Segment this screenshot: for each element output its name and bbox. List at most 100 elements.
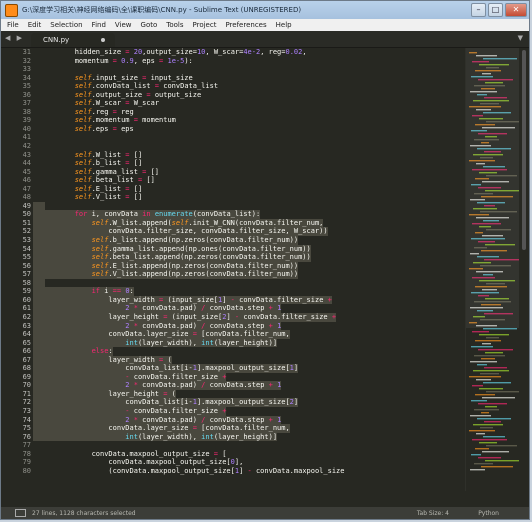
code-line[interactable]: 58 <box>1 278 465 288</box>
code-line[interactable]: 31 hidden_size = 20,output_size=10, W_sc… <box>1 48 465 57</box>
code-line[interactable]: 74 2 * convData.pad) / convData.step + 1 <box>1 415 465 425</box>
menu-find[interactable]: Find <box>88 21 111 29</box>
menu-project[interactable]: Project <box>189 21 222 29</box>
code-line[interactable]: 45 self.gamma_list = [] <box>1 168 465 177</box>
chevron-down-icon[interactable]: ▼ <box>518 34 523 42</box>
code-line[interactable]: 32 momentum = 0.9, eps = 1e-5): <box>1 57 465 66</box>
menu-edit[interactable]: Edit <box>24 21 47 29</box>
line-number: 41 <box>22 133 31 142</box>
code-line[interactable]: 46 self.beta_list = [] <box>1 176 465 185</box>
minimize-button[interactable]: – <box>471 3 486 17</box>
code-editor[interactable]: 31 hidden_size = 20,output_size=10, W_sc… <box>1 48 465 491</box>
code-line[interactable]: 65 int(layer_width), int(layer_height)] <box>1 338 465 348</box>
code-line[interactable]: 79 convData.maxpool_output_size[0], <box>1 458 465 467</box>
code-line[interactable]: 40 self.eps = eps <box>1 125 465 134</box>
code-text: self.output_size = output_size <box>74 90 202 99</box>
line-number: 37 <box>22 99 31 108</box>
code-line[interactable]: 52 convData.filter_size, convData.filter… <box>1 227 465 237</box>
code-line[interactable]: 75 convData.layer_size = [convData.filte… <box>1 424 465 433</box>
code-line[interactable]: 50 for i, convData in enumerate(convData… <box>1 210 465 219</box>
minimap[interactable] <box>465 48 522 491</box>
line-number: 66 <box>22 347 31 356</box>
minimap-line <box>472 439 507 441</box>
code-line[interactable]: 69 - convData.filter_size + <box>1 372 465 382</box>
code-line[interactable]: 67 layer_width = ( <box>1 355 465 365</box>
line-number: 63 <box>22 321 31 330</box>
code-line[interactable]: 39 self.momentum = momentum <box>1 116 465 125</box>
minimap-line <box>471 454 481 456</box>
menu-tools[interactable]: Tools <box>162 21 188 29</box>
syntax-status[interactable]: Python <box>478 510 499 517</box>
minimap-line <box>481 358 495 360</box>
code-line[interactable]: 56 self.E_list.append(np.zeros(convData.… <box>1 261 465 271</box>
line-number: 33 <box>22 65 31 74</box>
code-line[interactable]: 33 <box>1 65 465 74</box>
menu-preferences[interactable]: Preferences <box>221 21 271 29</box>
code-line[interactable]: 55 self.beta_list.append(np.zeros(convDa… <box>1 253 465 262</box>
code-line[interactable]: 73 - convData.filter_size + <box>1 406 465 416</box>
code-line[interactable]: 71 layer_height = ( <box>1 389 465 399</box>
code-line[interactable]: 59 if i == 0: <box>1 287 465 296</box>
tab-cnn-py[interactable]: CNN.py <box>31 33 115 47</box>
code-line[interactable]: 76 int(layer_width), int(layer_height)] <box>1 432 465 442</box>
code-line[interactable]: 43 self.W_list = [] <box>1 151 465 160</box>
code-text: self.W_scar = W_scar <box>74 99 160 108</box>
menu-goto[interactable]: Goto <box>137 21 163 29</box>
code-line[interactable]: 34 self.input_size = input_size <box>1 74 465 83</box>
line-number: 71 <box>22 389 31 398</box>
code-line[interactable]: 53 self.b_list.append(np.zeros(convData.… <box>1 236 465 245</box>
code-line[interactable]: 66 else: <box>1 347 465 356</box>
code-line[interactable]: 42 <box>1 142 465 151</box>
code-line[interactable]: 38 self.reg = reg <box>1 108 465 117</box>
code-line[interactable]: 80 (convData.maxpool_output_size[1] - co… <box>1 467 465 476</box>
code-line[interactable]: 37 self.W_scar = W_scar <box>1 99 465 108</box>
code-text: convData.layer_size = [convData.filter_n… <box>33 330 290 339</box>
code-text: layer_width = ( <box>33 355 172 365</box>
code-text: int(layer_width), int(layer_height)] <box>33 338 278 348</box>
code-line[interactable]: 49 <box>1 201 465 211</box>
code-line[interactable]: 68 convData_list[i-1].maxpool_output_siz… <box>1 364 465 373</box>
menu-selection[interactable]: Selection <box>46 21 87 29</box>
line-number: 38 <box>22 107 31 116</box>
code-line[interactable]: 47 self.E_list = [] <box>1 185 465 194</box>
code-line[interactable]: 51 self.W_list.append(self.init_W_CNN(co… <box>1 218 465 228</box>
sublime-window: G:\深度学习相关\神经网络编码\全\课职编码\CNN.py - Sublime… <box>0 0 530 520</box>
menu-help[interactable]: Help <box>272 21 297 29</box>
minimap-line <box>471 400 487 402</box>
maximize-button[interactable]: □ <box>488 3 503 17</box>
minimap-line <box>482 343 491 345</box>
tab-nav-arrows-icon[interactable]: ◀ ▶ <box>5 34 24 42</box>
unsaved-dot-icon[interactable] <box>101 38 105 42</box>
code-line[interactable]: 77 <box>1 441 465 450</box>
close-button[interactable]: ✕ <box>505 3 527 17</box>
code-line[interactable]: 64 convData.layer_size = [convData.filte… <box>1 330 465 339</box>
code-line[interactable]: 60 layer_width = (input_size[1] - convDa… <box>1 295 465 305</box>
code-line[interactable]: 70 2 * convData.pad) / convData.step + 1 <box>1 381 465 390</box>
vertical-scrollbar[interactable] <box>519 48 529 491</box>
menu-view[interactable]: View <box>111 21 137 29</box>
code-line[interactable]: 57 self.V_list.append(np.zeros(convData.… <box>1 270 465 279</box>
code-line[interactable]: 48 self.V_list = [] <box>1 193 465 202</box>
scrollbar-thumb[interactable] <box>522 50 526 250</box>
panel-toggle-icon[interactable] <box>15 509 26 517</box>
code-line[interactable]: 62 layer_height = (input_size[2] - convD… <box>1 312 465 322</box>
code-line[interactable]: 78 convData.maxpool_output_size = [ <box>1 450 465 459</box>
line-number: 75 <box>22 424 31 433</box>
code-line[interactable]: 41 <box>1 133 465 142</box>
code-line[interactable]: 61 2 * convData.pad) / convData.step + 1 <box>1 304 465 313</box>
code-text: hidden_size = 20,output_size=10, W_scar=… <box>41 48 307 56</box>
line-number: 58 <box>22 278 31 287</box>
menu-file[interactable]: File <box>3 21 24 29</box>
code-text: 2 * convData.pad) / convData.step + 1 <box>33 415 282 425</box>
code-line[interactable]: 54 self.gamma_list.append(np.ones(convDa… <box>1 244 465 254</box>
minimap-viewport[interactable] <box>466 48 522 328</box>
code-line[interactable]: 72 convData_list[i-1].maxpool_output_siz… <box>1 398 465 407</box>
code-line[interactable]: 35 self.convData_list = convData_list <box>1 82 465 91</box>
code-line[interactable]: 44 self.b_list = [] <box>1 159 465 168</box>
code-text: self.input_size = input_size <box>74 73 193 82</box>
line-number: 77 <box>22 441 31 450</box>
code-line[interactable]: 63 2 * convData.pad) / convData.step + 1 <box>1 321 465 331</box>
tab-size-status[interactable]: Tab Size: 4 <box>417 510 449 517</box>
code-line[interactable]: 36 self.output_size = output_size <box>1 91 465 100</box>
